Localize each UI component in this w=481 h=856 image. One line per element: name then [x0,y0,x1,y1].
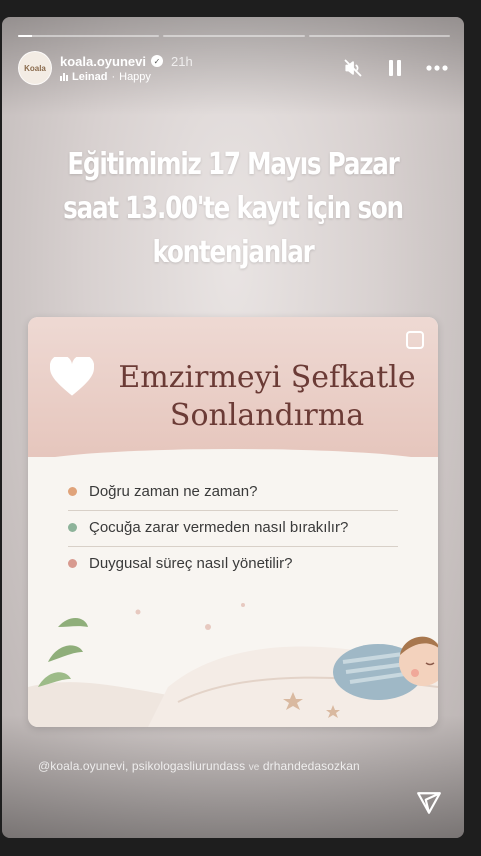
mention-link[interactable]: drhandedasozkan [263,759,360,773]
post-card[interactable]: Emzirmeyi Şefkatle Sonlandırma Doğru zam… [28,317,438,727]
bullet-dot [68,487,77,496]
progress-segment [308,35,450,37]
pause-icon [389,60,401,76]
music-artist: Leinad [72,70,108,83]
story-progress [18,35,450,37]
story-viewer[interactable]: Koala koala.oyunevi ✓ 21h Leinad · Happy [2,17,464,838]
music-info[interactable]: Leinad · Happy [60,71,193,83]
send-icon [417,792,441,814]
avatar[interactable]: Koala [18,51,52,85]
story-headline: Eğitimimiz 17 Mayıs Pazar saat 13.00'te … [63,147,404,270]
username[interactable]: koala.oyunevi [60,54,146,69]
music-separator: · [111,70,116,83]
pause-button[interactable] [384,57,406,79]
progress-segment [163,35,305,37]
post-time: 21h [170,53,193,69]
carousel-icon [406,331,424,349]
list-item: Çocuğa zarar vermeden nasıl bırakılır? [68,511,398,547]
mention-link[interactable]: @koala.oyunevi, [38,759,128,773]
heart-icon [50,357,94,396]
more-options-button[interactable] [426,57,448,79]
bullet-text: Doğru zaman ne zaman? [89,483,258,500]
bullet-text: Çocuğa zarar vermeden nasıl bırakılır? [89,519,349,536]
verified-badge-icon: ✓ [150,55,163,67]
mention-joiner: ve [248,762,260,773]
mute-button[interactable] [342,57,364,79]
avatar-text: Koala [24,63,46,73]
music-bars-icon [60,72,68,81]
card-title: Emzirmeyi Şefkatle Sonlandırma [118,360,416,433]
sleeping-baby-illustration [28,603,438,727]
music-title: Happy [119,70,151,83]
bullet-dot [68,523,77,532]
progress-segment [18,35,160,37]
mentions-line: @koala.oyunevi, psikologasliurundass ve … [38,759,444,773]
list-item: Doğru zaman ne zaman? [68,475,398,511]
bullet-list: Doğru zaman ne zaman? Çocuğa zarar verme… [68,475,398,582]
mention-link[interactable]: psikologasliurundass [132,759,245,773]
share-button[interactable] [416,790,442,816]
more-horizontal-icon [426,65,448,71]
speaker-muted-icon [344,59,362,77]
story-header: Koala koala.oyunevi ✓ 21h Leinad · Happy [18,51,448,85]
